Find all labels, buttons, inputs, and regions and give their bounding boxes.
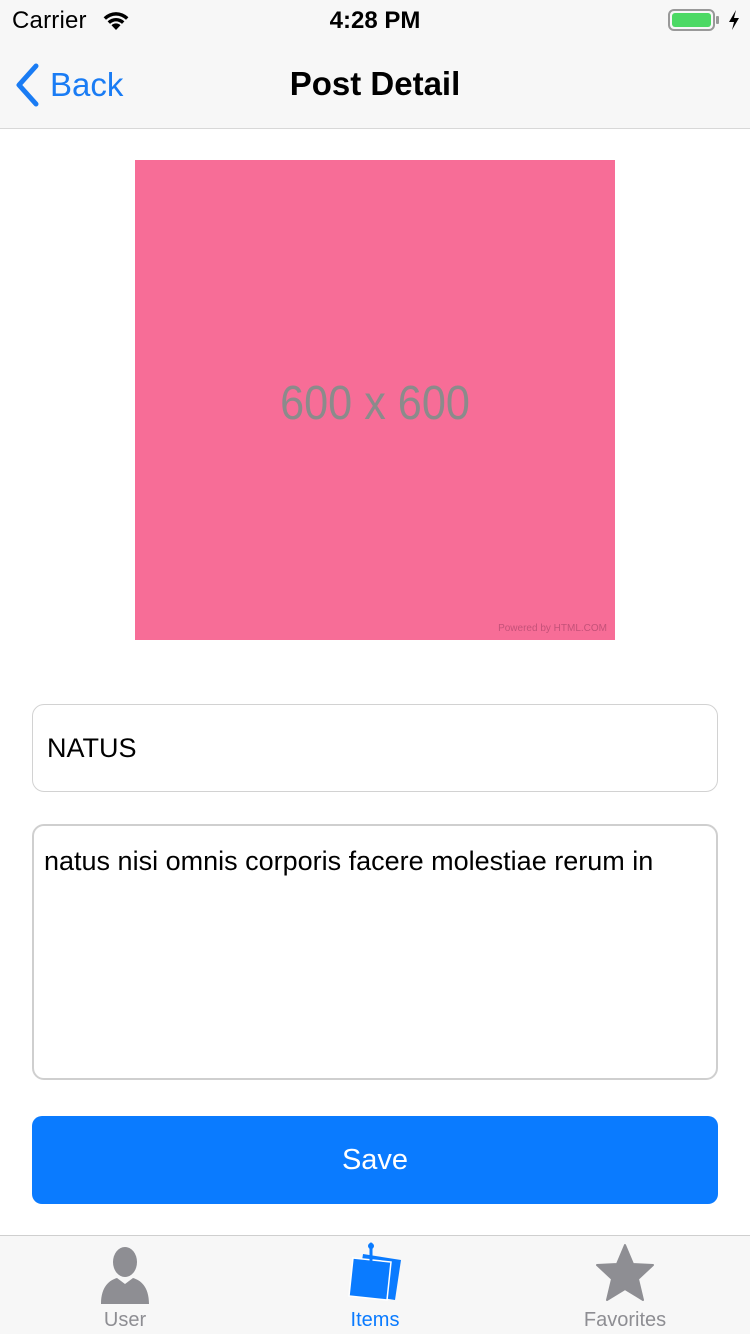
status-bar: Carrier 4:28 PM — [0, 0, 750, 40]
post-image: 600 x 600 Powered by HTML.COM — [135, 160, 615, 640]
charging-bolt-icon — [729, 10, 739, 30]
image-credit: Powered by HTML.COM — [498, 623, 607, 634]
tab-favorites[interactable]: Favorites — [500, 1236, 750, 1334]
tab-bar: User Items Favorites — [0, 1235, 750, 1334]
navigation-bar: Back Post Detail — [0, 40, 750, 129]
clock: 4:28 PM — [329, 7, 421, 34]
page-title: Post Detail — [289, 65, 461, 102]
tab-items[interactable]: Items — [250, 1236, 500, 1334]
note-icon — [348, 1242, 401, 1301]
image-placeholder-text: 600 x 600 — [280, 377, 470, 430]
title-input-value: NATUS — [47, 732, 137, 763]
battery-icon — [668, 9, 719, 31]
save-button-label: Save — [341, 1143, 409, 1176]
save-button[interactable]: Save — [32, 1116, 718, 1204]
screen: Carrier 4:28 PM Back Post Detail 600 x 6… — [0, 0, 750, 1334]
tab-user-label: User — [103, 1309, 147, 1331]
tab-favorites-label: Favorites — [583, 1309, 667, 1331]
user-icon — [101, 1247, 149, 1304]
body-textarea[interactable]: natus nisi omnis corporis facere molesti… — [32, 824, 718, 1080]
title-input[interactable]: NATUS — [32, 704, 718, 792]
tab-items-label: Items — [350, 1309, 400, 1331]
tab-user[interactable]: User — [0, 1236, 250, 1334]
star-icon — [596, 1244, 654, 1301]
body-textarea-value: natus nisi omnis corporis facere molesti… — [44, 846, 654, 876]
